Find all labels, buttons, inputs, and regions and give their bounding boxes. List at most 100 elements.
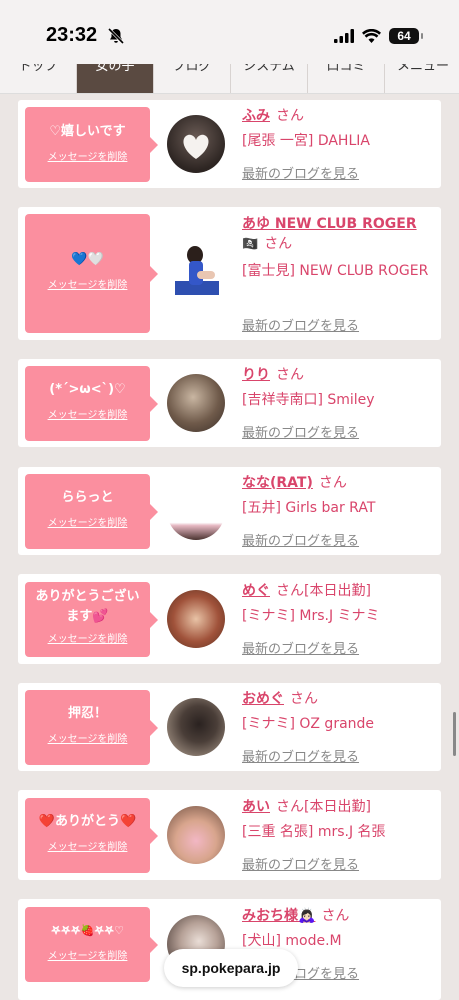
message-card: (*´>ω<`)♡ メッセージを削除 りり さん [吉祥寺南口] Smiley 最…	[18, 359, 441, 447]
tab-top[interactable]: トップ	[0, 64, 77, 93]
delete-message-link[interactable]: メッセージを削除	[48, 838, 128, 853]
shop-name[interactable]: [三重 名張] mrs.J 名張	[242, 822, 432, 843]
message-text: ❤️ありがとう❤️	[38, 814, 137, 829]
latest-blog-link[interactable]: 最新のブログを見る	[242, 422, 359, 441]
status-time: 23:32	[46, 24, 98, 46]
latest-blog-link[interactable]: 最新のブログを見る	[242, 315, 359, 334]
tab-label: 女の子	[95, 64, 135, 74]
latest-blog-link[interactable]: 最新のブログを見る	[242, 163, 359, 182]
girl-name-link[interactable]: ふみ	[242, 108, 270, 124]
cellular-signal-icon	[334, 29, 354, 43]
message-bubble: ❤️ありがとう❤️ メッセージを削除	[25, 798, 158, 873]
message-text: 𖤐𖤐𖤐🍓𖤐𖤐♡	[51, 924, 124, 937]
message-bubble: 𖤐𖤐𖤐🍓𖤐𖤐♡ メッセージを削除	[25, 907, 158, 982]
message-text: 💙🤍	[71, 252, 104, 267]
name-row: あい さん[本日出勤]	[242, 797, 371, 817]
girl-name-link[interactable]: あゆ NEW CLUB ROGER	[242, 216, 417, 232]
pirate-flag-icon: 🏴‍☠️	[242, 237, 259, 252]
message-card: ありがとうございます💕 メッセージを削除 めぐ さん[本日出勤] [ミナミ] Mr…	[18, 574, 441, 664]
latest-blog-link[interactable]: 最新のブログを見る	[242, 854, 359, 873]
tab-blog[interactable]: ブログ	[154, 64, 231, 93]
girl-name-link[interactable]: りり	[242, 367, 270, 383]
delete-message-link[interactable]: メッセージを削除	[48, 148, 128, 163]
girl-name-link[interactable]: めぐ	[242, 583, 270, 599]
message-card: ららっと メッセージを削除 なな(RAT) さん [五井] Girls bar R…	[18, 467, 441, 555]
delete-message-link[interactable]: メッセージを削除	[48, 514, 128, 529]
latest-blog-link[interactable]: 最新のブログを見る	[242, 530, 359, 549]
shop-name[interactable]: [尾張 一宮] DAHLIA	[242, 131, 432, 152]
avatar[interactable]	[167, 115, 225, 173]
name-row: おめぐ さん	[242, 689, 318, 709]
honorific: さん	[318, 475, 347, 491]
latest-blog-link[interactable]: 最新のブログを見る	[242, 638, 359, 657]
avatar[interactable]	[167, 590, 225, 648]
message-text: ♡嬉しいです	[49, 124, 126, 139]
avatar[interactable]	[167, 241, 227, 301]
honorific: さん	[276, 583, 304, 599]
name-row: なな(RAT) さん	[242, 473, 347, 493]
message-bubble: ♡嬉しいです メッセージを削除	[25, 107, 158, 182]
avatar[interactable]	[167, 698, 225, 756]
shop-name[interactable]: [ミナミ] OZ grande	[242, 714, 432, 735]
message-bubble: 💙🤍 メッセージを削除	[25, 214, 158, 333]
tab-system[interactable]: システム	[231, 64, 308, 93]
name-row: ふみ さん	[242, 106, 304, 126]
girl-name-link[interactable]: みおち様🙇🏻‍♀️	[242, 908, 315, 924]
wifi-icon	[362, 29, 381, 43]
girl-name-link[interactable]: あい	[242, 799, 270, 815]
message-card: 💙🤍 メッセージを削除 あゆ NEW CLUB ROGER 🏴‍☠️ さん [富士…	[18, 207, 441, 340]
delete-message-link[interactable]: メッセージを削除	[48, 947, 128, 962]
tab-label: 口コミ	[326, 64, 366, 74]
white-heart-icon	[183, 134, 209, 159]
delete-message-link[interactable]: メッセージを削除	[48, 630, 128, 645]
name-row: みおち様🙇🏻‍♀️ さん	[242, 906, 349, 926]
message-text: ららっと	[61, 490, 114, 505]
message-card: ♡嬉しいです メッセージを削除 ふみ さん [尾張 一宮] DAHLIA 最新のブ…	[18, 100, 441, 188]
tab-label: システム	[243, 64, 295, 74]
scrollbar[interactable]	[453, 712, 456, 756]
girl-name-link[interactable]: なな(RAT)	[242, 475, 313, 491]
name-row: りり さん	[242, 365, 304, 385]
tab-reviews[interactable]: 口コミ	[308, 64, 385, 93]
avatar[interactable]	[167, 806, 225, 864]
tab-menu[interactable]: メニュー	[385, 64, 459, 93]
avatar[interactable]	[167, 374, 225, 432]
tab-girls[interactable]: 女の子	[77, 64, 154, 93]
message-text: ありがとうございます💕	[35, 589, 140, 624]
name-row: あゆ NEW CLUB ROGER 🏴‍☠️ さん	[242, 214, 432, 255]
message-bubble: ありがとうございます💕 メッセージを削除	[25, 582, 158, 657]
tab-bar: トップ 女の子 ブログ システム 口コミ メニュー	[0, 64, 459, 94]
shop-name[interactable]: [富士見] NEW CLUB ROGER	[242, 261, 432, 282]
message-bubble: 押忍！ メッセージを削除	[25, 690, 158, 765]
name-row: めぐ さん[本日出勤]	[242, 581, 371, 601]
shop-name[interactable]: [五井] Girls bar RAT	[242, 498, 432, 519]
shop-name[interactable]: [吉祥寺南口] Smiley	[242, 390, 432, 411]
message-bubble: (*´>ω<`)♡ メッセージを削除	[25, 366, 158, 441]
tab-label: メニュー	[396, 64, 449, 74]
tab-label: ブログ	[172, 64, 212, 74]
message-bubble: ららっと メッセージを削除	[25, 474, 158, 549]
honorific: さん	[276, 367, 304, 383]
battery-icon: 64	[389, 28, 423, 44]
delete-message-link[interactable]: メッセージを削除	[48, 730, 128, 745]
latest-blog-link[interactable]: 最新のブログを見る	[242, 746, 359, 765]
honorific: さん	[264, 236, 293, 252]
avatar[interactable]	[167, 482, 225, 540]
message-card: ❤️ありがとう❤️ メッセージを削除 あい さん[本日出勤] [三重 名張] mr…	[18, 790, 441, 880]
girl-name-link[interactable]: おめぐ	[242, 691, 284, 707]
message-card: 押忍！ メッセージを削除 おめぐ さん [ミナミ] OZ grande 最新のブロ…	[18, 683, 441, 771]
bell-mute-icon	[107, 27, 125, 45]
status-bar: 23:32 64	[0, 0, 459, 64]
delete-message-link[interactable]: メッセージを削除	[48, 276, 128, 291]
honorific: さん	[290, 691, 318, 707]
shop-name[interactable]: [ミナミ] Mrs.J ミナミ	[242, 606, 432, 627]
tab-label: トップ	[18, 64, 58, 74]
message-text: 押忍！	[67, 706, 107, 721]
status-icons: 64	[334, 28, 423, 44]
url-pill[interactable]: sp.pokepara.jp	[164, 949, 298, 987]
on-duty-badge: [本日出勤]	[304, 799, 371, 815]
message-text: (*´>ω<`)♡	[49, 382, 126, 397]
honorific: さん	[321, 908, 350, 924]
honorific: さん	[276, 108, 304, 124]
delete-message-link[interactable]: メッセージを削除	[48, 406, 128, 421]
